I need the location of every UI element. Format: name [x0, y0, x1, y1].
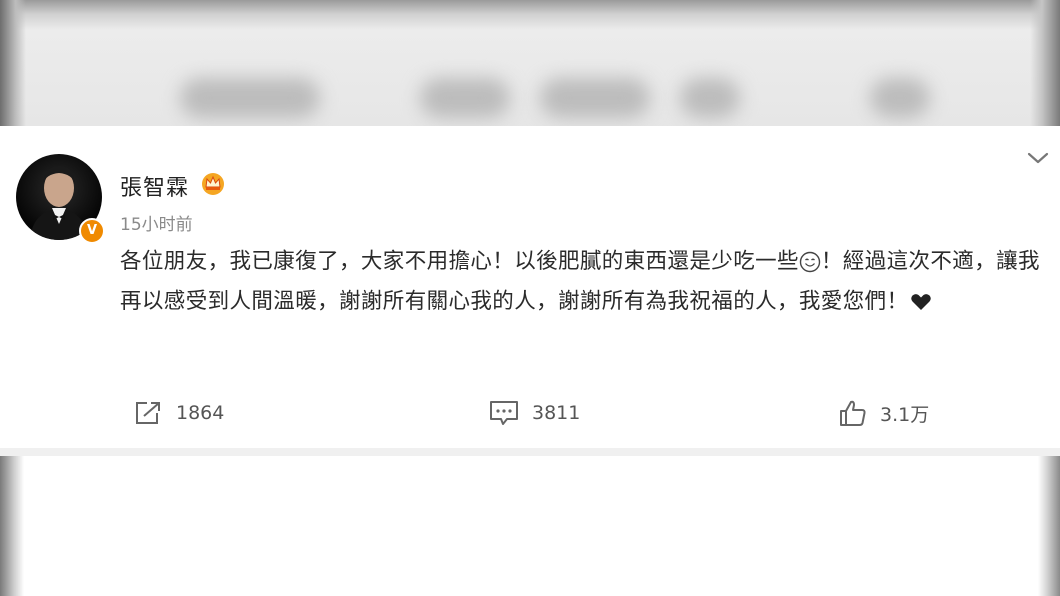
- comment-count: 3811: [532, 402, 581, 424]
- repost-icon: [136, 402, 160, 424]
- blurred-shape: [540, 78, 650, 118]
- comment-button[interactable]: 3811: [488, 398, 580, 428]
- blurred-background-top: [0, 0, 1060, 126]
- blurred-shape: [680, 78, 740, 118]
- background-edge-right: [1038, 456, 1060, 596]
- repost-count: 1864: [176, 402, 225, 424]
- like-icon: [840, 400, 866, 426]
- blurred-background-bottom: [0, 456, 1060, 596]
- verified-badge-icon: V: [79, 218, 105, 244]
- background-edge-right: [1030, 0, 1060, 126]
- card-divider: [0, 448, 1060, 456]
- like-button[interactable]: 3.1万: [838, 398, 929, 428]
- background-edge-left: [0, 456, 24, 596]
- post-timestamp[interactable]: 15小时前: [120, 210, 193, 235]
- author-name[interactable]: 張智霖: [120, 170, 189, 202]
- heart-icon: [911, 294, 932, 310]
- blurred-shape: [420, 78, 510, 118]
- post-text: 各位朋友，我已康復了，大家不用擔心！以後肥膩的東西還是少吃一些 ！經過這次不適，…: [120, 242, 1050, 322]
- repost-button[interactable]: 1864: [134, 398, 224, 428]
- blurred-shape: [180, 78, 320, 118]
- smile-emoji-icon: [799, 251, 821, 273]
- like-count: 3.1万: [880, 403, 930, 426]
- chevron-down-icon[interactable]: [1026, 150, 1050, 166]
- post-text-part1: 各位朋友，我已康復了，大家不用擔心！以後肥膩的東西還是少吃一些: [120, 249, 799, 274]
- comment-icon: [490, 401, 518, 425]
- background-edge-left: [0, 0, 26, 126]
- crown-icon[interactable]: [200, 171, 226, 195]
- blurred-shape: [870, 78, 930, 118]
- weibo-post-card: V 張智霖 15小时前 各位朋友，我已康復了，大家不用擔心！以後肥膩的東西還是少…: [0, 126, 1060, 448]
